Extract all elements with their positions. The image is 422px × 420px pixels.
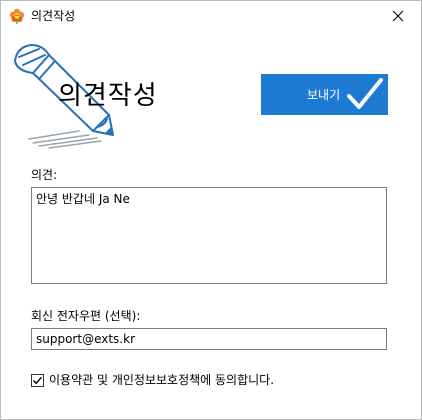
close-icon	[392, 10, 404, 22]
checkmark-icon	[347, 78, 383, 109]
email-text: support@exts.kr	[36, 332, 135, 346]
opinion-text: 안녕 반갑네 Ja Ne	[36, 192, 130, 206]
close-button[interactable]	[375, 1, 421, 31]
window-title: 의견작성	[31, 9, 76, 23]
check-icon	[32, 376, 43, 384]
page-heading: 의견작성	[58, 81, 158, 111]
agree-row: 이용약관 및 개인정보보호정책에 동의합니다.	[31, 372, 274, 388]
email-input[interactable]: support@exts.kr	[31, 328, 387, 350]
send-button[interactable]: 보내기	[261, 74, 388, 115]
opinion-textarea[interactable]: 안녕 반갑네 Ja Ne	[31, 187, 387, 284]
email-label: 회신 전자우편 (선택):	[31, 309, 141, 323]
agree-checkbox[interactable]	[31, 373, 44, 387]
title-bar: 의견작성	[1, 1, 421, 31]
opinion-label: 의견:	[31, 168, 58, 182]
flower-icon	[9, 8, 25, 24]
feedback-window: 의견작성 의견작성 보내기 의견: 안녕 반갑네 Ja Ne 회신 전자우편 (…	[0, 0, 422, 420]
agree-label[interactable]: 이용약관 및 개인정보보호정책에 동의합니다.	[49, 372, 274, 388]
send-button-label: 보내기	[307, 88, 341, 102]
